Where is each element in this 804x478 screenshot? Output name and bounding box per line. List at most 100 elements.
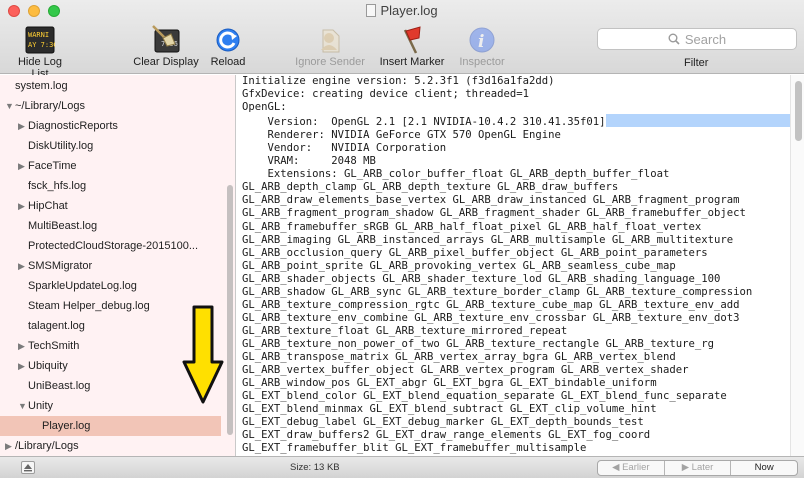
sidebar-item-label: system.log <box>15 80 68 92</box>
sidebar-item-label: DiskUtility.log <box>28 140 94 152</box>
toggle-sidebar-button[interactable] <box>21 461 35 474</box>
sidebar-item-label: talagent.log <box>28 320 85 332</box>
log-line: GL_ARB_texture_float GL_ARB_texture_mirr… <box>242 324 568 337</box>
sidebar-item-label: FaceTime <box>28 160 77 172</box>
toolbar: Player.log WARNI AY 7:36 Hide Log List 7… <box>0 0 804 80</box>
left-triangle-icon: ◀ <box>612 462 623 473</box>
sidebar-item[interactable]: ▶/Library/Logs <box>0 436 222 456</box>
log-content[interactable]: Initialize engine version: 5.2.3f1 (f3d1… <box>237 75 790 456</box>
sidebar-item[interactable]: fsck_hfs.log <box>0 176 222 196</box>
log-line: VRAM: 2048 MB <box>242 155 376 168</box>
sidebar-item-label: DiagnosticReports <box>28 120 118 132</box>
sidebar-item[interactable]: ▼~/Library/Logs <box>0 96 222 116</box>
disclosure-open-icon[interactable]: ▼ <box>18 396 28 416</box>
log-line: OpenGL: <box>242 101 287 114</box>
reload-icon <box>216 28 240 52</box>
filter-label: Filter <box>684 57 709 69</box>
info-icon: i <box>469 27 495 53</box>
log-line: GL_EXT_blend_color GL_EXT_blend_equation… <box>242 390 727 403</box>
sidebar-item[interactable]: ▶ HipChat <box>0 196 222 216</box>
search-icon <box>668 33 680 45</box>
log-line: GfxDevice: creating device client; threa… <box>242 88 530 101</box>
time-navigation-control: ◀ Earlier ▶ Later Now <box>597 460 798 476</box>
svg-text:WARNI: WARNI <box>28 31 49 39</box>
log-line: GL_EXT_draw_buffers2 GL_EXT_draw_range_e… <box>242 429 651 442</box>
text-selection-highlight <box>605 114 790 128</box>
sidebar-item-label: fsck_hfs.log <box>28 180 87 192</box>
sidebar-item[interactable]: ▶ DiagnosticReports <box>0 116 222 136</box>
log-line: GL_ARB_framebuffer_sRGB GL_ARB_half_floa… <box>242 220 702 233</box>
log-line: GL_ARB_shader_objects GL_ARB_shader_text… <box>242 272 721 285</box>
log-line: Extensions: GL_ARB_color_buffer_float GL… <box>242 168 670 181</box>
document-icon <box>366 4 377 17</box>
inspector-button[interactable]: i Inspector <box>454 24 510 68</box>
sidebar-item-label: SparkleUpdateLog.log <box>28 280 137 292</box>
log-line: GL_ARB_point_sprite GL_ARB_provoking_ver… <box>242 259 676 272</box>
log-line: GL_ARB_texture_non_power_of_two GL_ARB_t… <box>242 337 714 350</box>
log-line: GL_EXT_framebuffer_blit GL_EXT_framebuff… <box>242 442 587 455</box>
log-line: GL_ARB_imaging GL_ARB_instanced_arrays G… <box>242 233 734 246</box>
later-button[interactable]: ▶ Later <box>665 461 732 475</box>
log-line: GL_EXT_blend_minmax GL_EXT_blend_subtrac… <box>242 403 657 416</box>
broom-console-icon: 7:36 <box>152 25 180 53</box>
hide-log-list-button[interactable]: WARNI AY 7:36 Hide Log List <box>8 24 72 80</box>
disclosure-closed-icon[interactable]: ▶ <box>18 156 28 176</box>
log-line: GL_ARB_occlusion_query GL_ARB_pixel_buff… <box>242 246 708 259</box>
reload-button[interactable]: Reload <box>206 24 250 68</box>
log-line: GL_EXT_debug_label GL_EXT_debug_marker G… <box>242 416 644 429</box>
sidebar-item[interactable]: DiskUtility.log <box>0 136 222 156</box>
disclosure-closed-icon[interactable]: ▶ <box>18 196 28 216</box>
search-field[interactable]: Search <box>597 28 797 50</box>
svg-text:i: i <box>478 32 484 52</box>
disclosure-open-icon[interactable]: ▼ <box>5 96 15 116</box>
right-triangle-icon: ▶ <box>681 462 692 473</box>
sidebar-item[interactable]: SparkleUpdateLog.log <box>0 276 222 296</box>
yellow-down-arrow-icon <box>182 305 224 404</box>
disclosure-closed-icon[interactable]: ▶ <box>18 336 28 356</box>
sidebar-item-label: Player.log <box>42 420 91 432</box>
log-line: GL_ARB_texture_env_combine GL_ARB_textur… <box>242 311 740 324</box>
log-line: Renderer: NVIDIA GeForce GTX 570 OpenGL … <box>242 129 561 142</box>
log-line: GL_ARB_shadow GL_ARB_sync GL_ARB_texture… <box>242 285 753 298</box>
sidebar-item-label: SMSMigrator <box>28 260 93 272</box>
eject-icon <box>24 464 32 472</box>
search-placeholder: Search <box>684 31 727 47</box>
disclosure-closed-icon[interactable]: ▶ <box>18 256 28 276</box>
disclosure-closed-icon[interactable]: ▶ <box>18 116 28 136</box>
ignore-sender-icon <box>321 29 340 53</box>
log-line: GL_ARB_texture_compression_rgtc GL_ARB_t… <box>242 298 740 311</box>
now-button[interactable]: Now <box>731 461 797 475</box>
sidebar-item[interactable]: MultiBeast.log <box>0 216 222 236</box>
svg-text:AY 7:36: AY 7:36 <box>28 41 55 49</box>
log-line: GL_ARB_draw_elements_base_vertex GL_ARB_… <box>242 194 740 207</box>
earlier-button[interactable]: ◀ Earlier <box>598 461 665 475</box>
sidebar-item[interactable]: ▶ FaceTime <box>0 156 222 176</box>
sidebar-scrollbar[interactable] <box>227 185 233 435</box>
log-line: GL_ARB_transpose_matrix GL_ARB_vertex_ar… <box>242 350 676 363</box>
disclosure-closed-icon[interactable]: ▶ <box>5 436 15 456</box>
log-line: GL_ARB_fragment_program_shadow GL_ARB_fr… <box>242 207 746 220</box>
log-line: GL_ARB_window_pos GL_EXT_abgr GL_EXT_bgr… <box>242 377 657 390</box>
sidebar-item[interactable]: system.log <box>0 76 222 96</box>
status-bar: Size: 13 KB ◀ Earlier ▶ Later Now <box>0 456 804 478</box>
log-line: GL_ARB_vertex_buffer_object GL_ARB_verte… <box>242 364 689 377</box>
clear-display-button[interactable]: 7:36 Clear Display <box>128 24 204 68</box>
flag-marker-icon <box>403 26 421 54</box>
sidebar-item-label: MultiBeast.log <box>28 220 98 232</box>
disclosure-closed-icon[interactable]: ▶ <box>18 356 28 376</box>
log-line: GL_ARB_depth_clamp GL_ARB_depth_texture … <box>242 181 619 194</box>
log-vertical-scrollbar[interactable] <box>790 75 804 456</box>
sidebar-item-label: TechSmith <box>28 340 80 352</box>
log-scroll-thumb[interactable] <box>795 81 802 141</box>
sidebar-item[interactable]: ProtectedCloudStorage-2015100... <box>0 236 222 256</box>
sidebar-item-label: HipChat <box>28 200 68 212</box>
insert-marker-button[interactable]: Insert Marker <box>374 24 450 68</box>
file-size-label: Size: 13 KB <box>290 462 340 473</box>
sidebar-item-label: Steam Helper_debug.log <box>28 300 150 312</box>
sidebar-item-label: UniBeast.log <box>28 380 91 392</box>
sidebar-item[interactable]: ▶ SMSMigrator <box>0 256 222 276</box>
sidebar-item[interactable]: Player.log <box>0 416 221 436</box>
sidebar-item-label: /Library/Logs <box>15 440 79 452</box>
window-title: Player.log <box>0 3 804 18</box>
ignore-sender-button[interactable]: Ignore Sender <box>288 24 372 68</box>
